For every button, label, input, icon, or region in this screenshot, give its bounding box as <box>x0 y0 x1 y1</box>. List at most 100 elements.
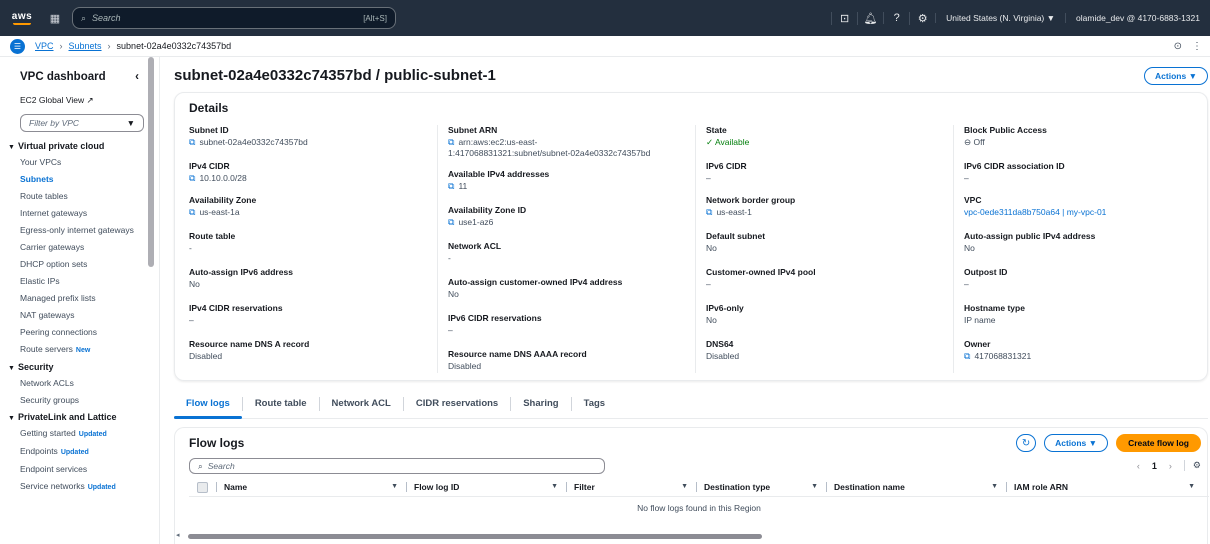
tab-network-acl[interactable]: Network ACL <box>320 397 404 411</box>
sidebar-section-header[interactable]: ▼ Virtual private cloud <box>8 141 159 151</box>
collapse-sidebar-icon[interactable]: ‹ <box>135 71 139 83</box>
column-header-flow-log-id[interactable]: Flow log ID ▼ <box>406 480 566 494</box>
flow-logs-search-input[interactable]: ⌕ Search <box>189 458 605 474</box>
column-header-destination-name-label: Destination name <box>834 482 905 492</box>
sidebar-item[interactable]: Route tables <box>20 191 159 202</box>
global-search-input[interactable]: ⌕ Search [Alt+S] <box>72 7 396 29</box>
hostname-type-value: IP name <box>964 315 996 325</box>
create-flow-log-button[interactable]: Create flow log <box>1116 434 1201 452</box>
breadcrumb-subnets[interactable]: Subnets <box>69 41 102 51</box>
help-icon[interactable]: ? <box>883 12 909 24</box>
sidebar-item[interactable]: Peering connections <box>20 327 159 338</box>
sidebar-item[interactable]: Subnets <box>20 174 159 185</box>
copy-icon[interactable]: ⧉ <box>189 207 195 217</box>
copy-icon[interactable]: ⧉ <box>706 207 712 217</box>
settings-gear-icon[interactable]: ⚙ <box>909 11 935 25</box>
sidebar-item[interactable]: Getting started Updated <box>20 428 159 440</box>
sidebar-item-badge: New <box>75 347 91 354</box>
region-selector[interactable]: United States (N. Virginia) ▼ <box>935 13 1065 23</box>
copy-icon[interactable]: ⧉ <box>448 217 454 227</box>
sidebar-item[interactable]: Endpoint services <box>20 464 159 475</box>
tab-tags[interactable]: Tags <box>572 397 617 411</box>
column-header-iam-role-arn[interactable]: IAM role ARN ▼ <box>1006 480 1203 494</box>
previous-page-icon[interactable]: ‹ <box>1137 461 1140 471</box>
sidebar-item[interactable]: Internet gateways <box>20 208 159 219</box>
aws-logo-text: aws <box>11 11 33 22</box>
sidebar-title: VPC dashboard ‹ <box>20 71 159 83</box>
sidebar-item-label: Endpoint services <box>20 464 88 474</box>
scroll-left-icon[interactable]: ◂ <box>176 531 180 539</box>
menu-toggle-icon[interactable]: ☰ <box>10 38 25 54</box>
services-grid-icon[interactable]: ▦ <box>44 7 66 29</box>
column-header-name[interactable]: Name ▼ <box>216 480 406 494</box>
info-panel-icon[interactable]: ⊙ <box>1174 41 1182 52</box>
off-circle-icon: ⊖ <box>964 137 972 147</box>
sidebar-section-title: Virtual private cloud <box>18 141 105 151</box>
aws-logo[interactable]: aws <box>0 11 44 25</box>
sidebar-title-text[interactable]: VPC dashboard <box>20 71 106 83</box>
vpc-link[interactable]: vpc-0ede311da8b750a64 | my-vpc-01 <box>964 207 1106 217</box>
external-link-icon: ↗ <box>86 95 94 105</box>
dns-a-record-value: Disabled <box>189 351 223 361</box>
page-number[interactable]: 1 <box>1152 461 1157 471</box>
select-all-checkbox[interactable] <box>197 481 208 493</box>
account-menu[interactable]: olamide_dev @ 4170-6883-1321 <box>1065 13 1210 23</box>
copy-icon[interactable]: ⧉ <box>189 137 195 147</box>
notifications-bell-icon[interactable]: 🔔︎ <box>857 11 883 25</box>
sidebar-item[interactable]: Elastic IPs <box>20 276 159 287</box>
state-text: Available <box>715 137 750 147</box>
search-placeholder: Search <box>92 13 121 23</box>
copy-icon[interactable]: ⧉ <box>448 181 454 191</box>
copy-icon[interactable]: ⧉ <box>448 137 454 147</box>
scrollbar-thumb[interactable] <box>188 534 762 539</box>
available-ipv4-value: ⧉ 11 <box>448 181 684 192</box>
network-acl-label: Network ACL <box>448 241 502 251</box>
sidebar-item[interactable]: Your VPCs <box>20 157 159 168</box>
sidebar-item[interactable]: NAT gateways <box>20 310 159 321</box>
copy-icon[interactable]: ⧉ <box>964 351 970 361</box>
tab-sharing[interactable]: Sharing <box>511 397 572 411</box>
available-ipv4-label: Available IPv4 addresses <box>448 169 550 179</box>
sidebar-section-header[interactable]: ▼ PrivateLink and Lattice <box>8 412 159 422</box>
sidebar-item[interactable]: Egress-only internet gateways <box>20 225 159 236</box>
sidebar-item[interactable]: Network ACLs <box>20 378 159 389</box>
state-value: ✓ Available <box>706 137 942 148</box>
tab-route-table[interactable]: Route table <box>243 397 320 411</box>
sidebar-item-label: Egress-only internet gateways <box>20 225 134 235</box>
sidebar-item-label: Internet gateways <box>20 208 88 218</box>
breadcrumb-vpc[interactable]: VPC <box>35 41 54 51</box>
tab-flow-logs[interactable]: Flow logs <box>174 397 243 419</box>
column-header-filter[interactable]: Filter ▼ <box>566 480 696 494</box>
next-page-icon[interactable]: › <box>1169 461 1172 471</box>
sidebar-item[interactable]: DHCP option sets <box>20 259 159 270</box>
sort-icon: ▼ <box>551 483 558 490</box>
copy-icon[interactable]: ⧉ <box>189 173 195 183</box>
flow-logs-actions-button[interactable]: Actions ▼ <box>1044 434 1109 452</box>
horizontal-scrollbar[interactable]: ◂ <box>176 531 1200 541</box>
ec2-global-view-link[interactable]: EC2 Global View ↗ <box>20 95 159 106</box>
tools-panel-icon[interactable]: ⋮ <box>1192 41 1202 52</box>
caret-down-icon: ▼ <box>8 365 15 372</box>
sidebar-item-label: Service networks <box>20 481 85 491</box>
sidebar-item[interactable]: Route servers New <box>20 344 159 356</box>
refresh-icon[interactable]: ↻ <box>1016 434 1037 452</box>
column-header-destination-type[interactable]: Destination type ▼ <box>696 480 826 494</box>
table-preferences-gear-icon[interactable]: ⚙ <box>1183 460 1201 471</box>
caret-down-icon: ▼ <box>8 415 15 422</box>
sidebar-item[interactable]: Endpoints Updated <box>20 446 159 458</box>
sidebar-item[interactable]: Managed prefix lists <box>20 293 159 304</box>
sidebar-scrollbar[interactable] <box>148 57 154 267</box>
sort-icon: ▼ <box>391 483 398 490</box>
tab-cidr-reservations[interactable]: CIDR reservations <box>404 397 512 411</box>
sidebar-item[interactable]: Carrier gateways <box>20 242 159 253</box>
sidebar-item[interactable]: Service networks Updated <box>20 481 159 493</box>
vpc-filter-select[interactable]: Filter by VPC ▼ <box>20 114 144 132</box>
sidebar-item[interactable]: Security groups <box>20 395 159 406</box>
sidebar-section-header[interactable]: ▼ Security <box>8 362 159 372</box>
actions-dropdown-button[interactable]: Actions ▼ <box>1144 67 1208 85</box>
side-navigation: VPC dashboard ‹ EC2 Global View ↗ Filter… <box>0 57 160 544</box>
ipv6-cidr-label: IPv6 CIDR <box>706 161 747 171</box>
breadcrumb-separator-icon: › <box>107 41 111 51</box>
cloudshell-icon[interactable]: ⊡ <box>831 11 857 25</box>
column-header-destination-name[interactable]: Destination name ▼ <box>826 480 1006 494</box>
